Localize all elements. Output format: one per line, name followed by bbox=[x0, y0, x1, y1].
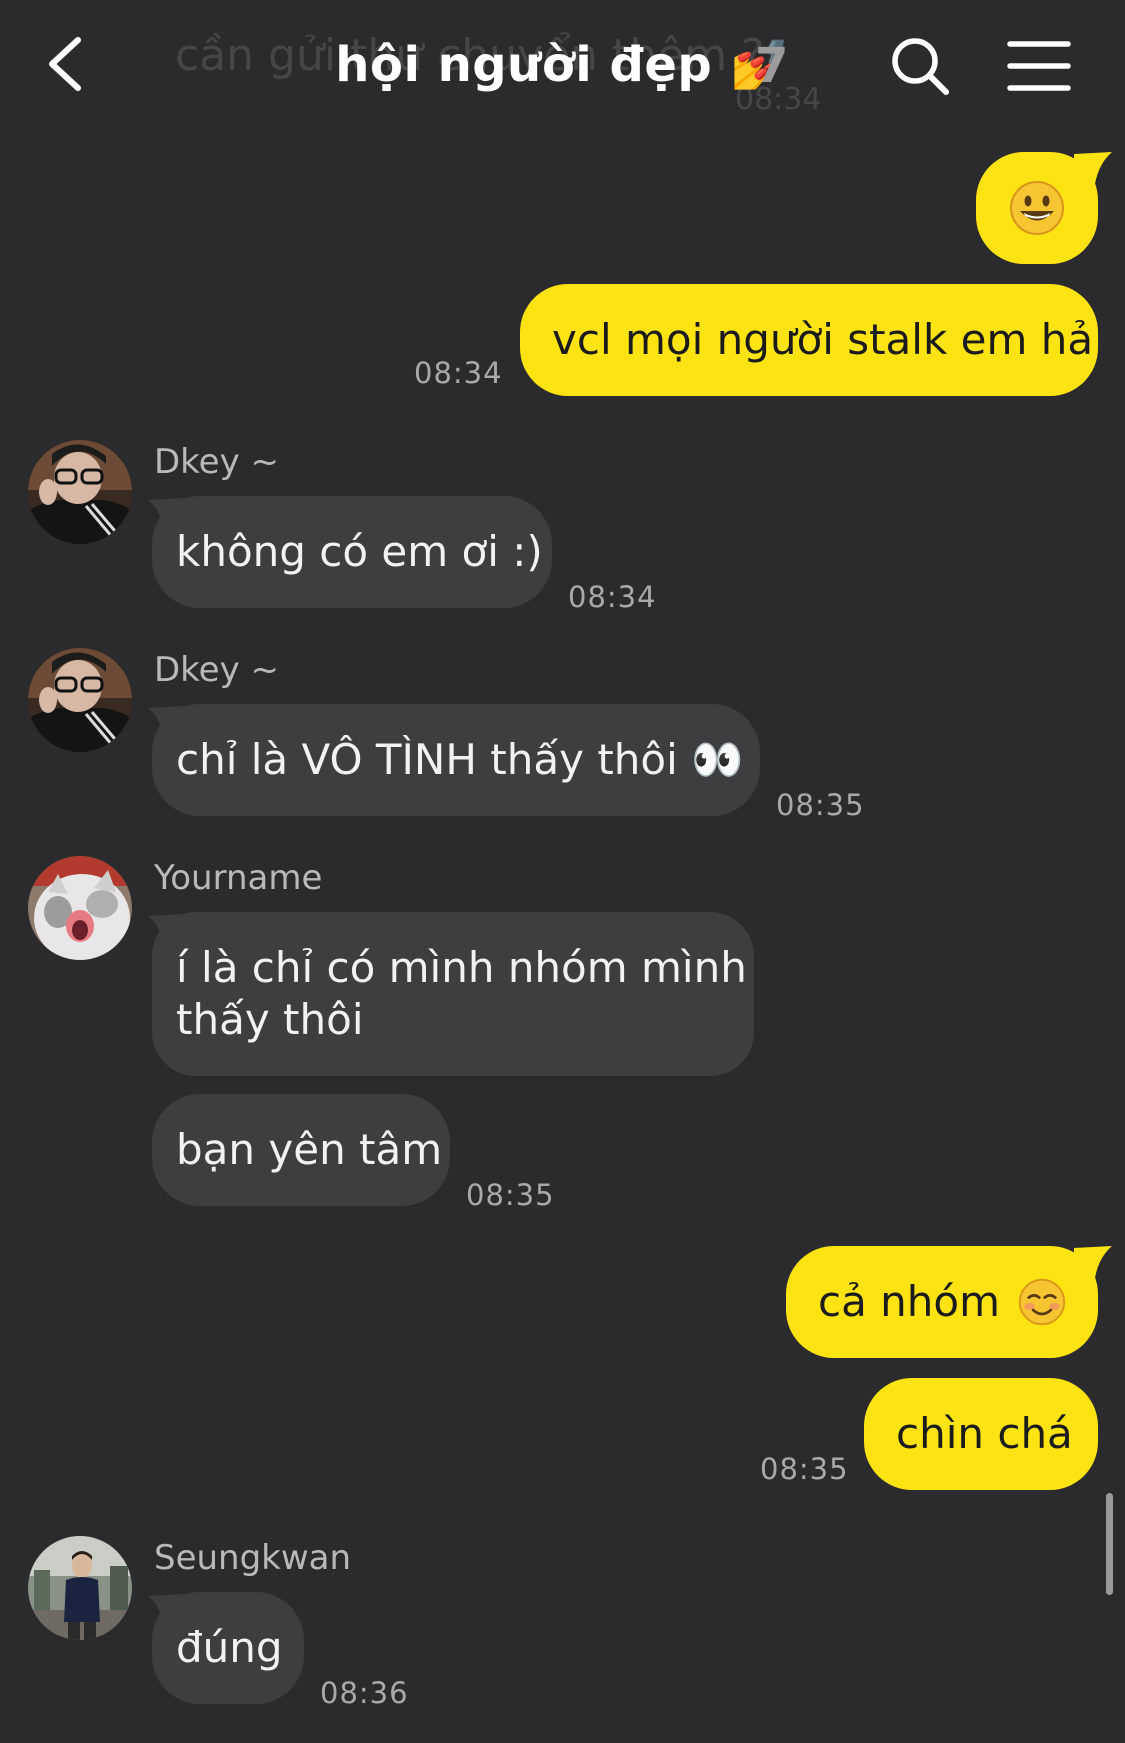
search-button[interactable] bbox=[888, 34, 952, 98]
bubble-tail bbox=[1074, 1246, 1112, 1286]
their-message-bubble[interactable]: bạn yên tâm bbox=[152, 1094, 450, 1206]
message-text: chìn chá bbox=[896, 1409, 1073, 1458]
message-timestamp: 08:35 bbox=[760, 1452, 849, 1486]
sender-name: Seungkwan bbox=[154, 1538, 352, 1578]
message-text: vcl mọi người stalk em hả bbox=[552, 315, 1094, 364]
message-text: chỉ là VÔ TÌNH thấy thôi 👀 bbox=[176, 735, 744, 784]
message-timestamp: 08:35 bbox=[776, 788, 865, 822]
their-message-bubble[interactable]: chỉ là VÔ TÌNH thấy thôi 👀 bbox=[152, 704, 760, 816]
bubble-tail bbox=[1074, 152, 1112, 192]
their-message-bubble[interactable]: đúng bbox=[152, 1592, 304, 1704]
message-timestamp: 08:34 bbox=[414, 356, 503, 390]
my-message-bubble[interactable]: vcl mọi người stalk em hả bbox=[520, 284, 1098, 396]
back-button[interactable] bbox=[36, 32, 100, 96]
chat-header: cần gửi thư chuyển thêm ? 08:34 hội ngườ… bbox=[0, 0, 1125, 130]
hamburger-menu-icon bbox=[1007, 41, 1071, 91]
sender-name: Yourname bbox=[154, 858, 323, 898]
chevron-left-icon bbox=[49, 37, 81, 91]
search-icon bbox=[892, 38, 949, 95]
avatar-image bbox=[28, 1536, 132, 1640]
avatar-seungkwan[interactable] bbox=[28, 1536, 132, 1640]
message-text: bạn yên tâm bbox=[176, 1125, 443, 1174]
their-message-bubble[interactable]: í là chỉ có mình nhóm mình thấy thôi bbox=[152, 912, 754, 1076]
avatar-dkey[interactable] bbox=[28, 648, 132, 752]
their-message-bubble[interactable]: không có em ơi :) bbox=[152, 496, 552, 608]
background-message-text: cần gửi thư chuyển thêm ? bbox=[175, 30, 765, 81]
message-text-line: thấy thôi bbox=[176, 995, 364, 1044]
avatar-image bbox=[28, 856, 132, 960]
avatar-yourname[interactable] bbox=[28, 856, 132, 960]
avatar-image bbox=[28, 440, 132, 544]
message-text-line: í là chỉ có mình nhóm mình bbox=[176, 943, 747, 992]
scrollbar[interactable] bbox=[1106, 1493, 1113, 1595]
smiling-face-emoji-icon bbox=[1018, 1278, 1066, 1326]
message-timestamp: 08:34 bbox=[568, 580, 657, 614]
my-message-bubble[interactable]: cả nhóm bbox=[786, 1246, 1098, 1358]
sender-name: Dkey ~ bbox=[154, 650, 279, 690]
menu-button[interactable] bbox=[1006, 38, 1072, 94]
message-text: đúng bbox=[176, 1623, 283, 1672]
message-timestamp: 08:36 bbox=[320, 1676, 409, 1710]
grinning-face-emoji-icon bbox=[1010, 181, 1064, 235]
message-text: không có em ơi :) bbox=[176, 527, 543, 576]
avatar-image bbox=[28, 648, 132, 752]
message-timestamp: 08:35 bbox=[466, 1178, 555, 1212]
message-text: cả nhóm bbox=[818, 1277, 1001, 1326]
avatar-dkey[interactable] bbox=[28, 440, 132, 544]
sender-name: Dkey ~ bbox=[154, 442, 279, 482]
member-count: 7 bbox=[755, 38, 789, 94]
my-message-bubble[interactable]: chìn chá bbox=[864, 1378, 1098, 1490]
